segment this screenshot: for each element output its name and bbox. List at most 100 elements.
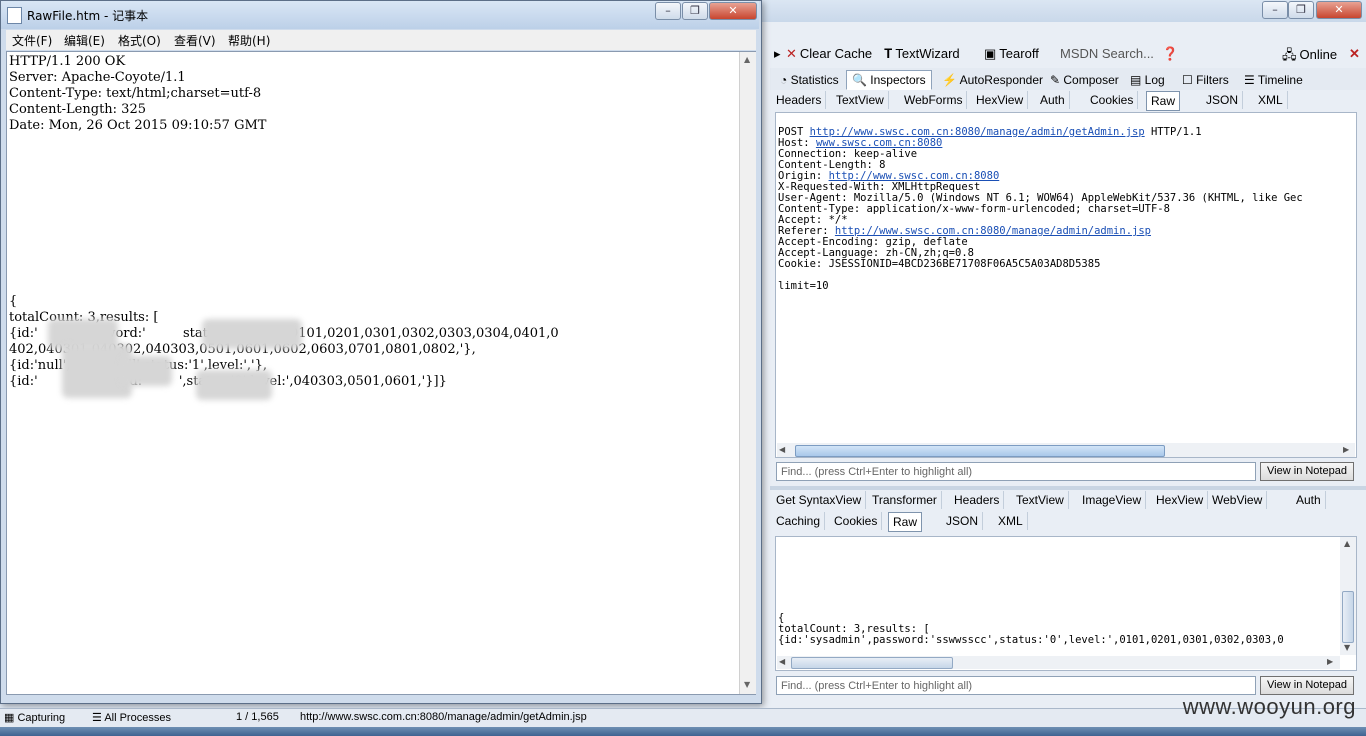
request-view-in-notepad-button[interactable]: View in Notepad <box>1260 462 1354 481</box>
response-raw-text: {totalCount: 3,results: [{id:'sysadmin',… <box>778 612 1284 646</box>
notepad-titlebar[interactable]: RawFile.htm - 记事本 – ❐ ✕ <box>1 1 759 29</box>
req-tab-textview[interactable]: TextView <box>832 91 889 109</box>
clear-cache-button[interactable]: ✕ Clear Cache <box>786 46 872 62</box>
toolbar-overflow-icon[interactable]: ▸ <box>774 46 781 62</box>
capturing-status[interactable]: ▦ Capturing <box>4 711 65 724</box>
main-tabs: ◔ Statistics 🔍 Inspectors ⚡ AutoResponde… <box>770 68 1366 91</box>
req-tab-xml[interactable]: XML <box>1254 91 1288 109</box>
req-tab-json[interactable]: JSON <box>1202 91 1244 109</box>
session-count: 1 / 1,565 <box>236 711 279 723</box>
textwizard-icon: 𝐓 <box>884 46 893 61</box>
req-tab-cookies[interactable]: Cookies <box>1086 91 1139 109</box>
response-raw-pane[interactable]: {totalCount: 3,results: [{id:'sysadmin',… <box>775 536 1357 671</box>
resp-tab-textview[interactable]: TextView <box>1012 491 1069 509</box>
resp-tab-xml[interactable]: XML <box>994 512 1028 530</box>
scroll-right-icon[interactable]: ▶ <box>1327 657 1333 666</box>
minimize-icon[interactable]: – <box>1262 1 1288 19</box>
capture-icon: ▦ <box>4 712 18 724</box>
menu-file[interactable]: 文件(F) <box>12 32 52 49</box>
req-tab-headers[interactable]: Headers <box>772 91 827 109</box>
resp-tab-transformer[interactable]: Transformer <box>868 491 942 509</box>
tab-inspectors[interactable]: 🔍 Inspectors <box>846 70 932 90</box>
composer-icon: ✎ <box>1050 73 1064 87</box>
request-hscrollbar[interactable]: ◀ ▶ <box>777 443 1355 457</box>
response-headers-text: HTTP/1.1 200 OK Server: Apache-Coyote/1.1… <box>9 54 267 133</box>
scroll-up-icon[interactable]: ▲ <box>1344 539 1350 548</box>
scroll-down-icon[interactable]: ▼ <box>744 680 750 689</box>
tearoff-button[interactable]: ▣ Tearoff <box>984 46 1039 62</box>
response-find-input[interactable]: Find... (press Ctrl+Enter to highlight a… <box>776 676 1256 695</box>
network-icon: 🖧 <box>1282 47 1297 62</box>
cookie-line: Cookie: JSESSIONID=4BCD236BE71708F06A5C5… <box>778 258 1101 270</box>
req-tab-webforms[interactable]: WebForms <box>900 91 968 109</box>
resp-tab-headers[interactable]: Headers <box>950 491 1005 509</box>
maximize-icon[interactable]: ❐ <box>1288 1 1314 19</box>
resp-tab-cookies[interactable]: Cookies <box>830 512 883 530</box>
notepad-minimize-icon[interactable]: – <box>655 2 681 20</box>
scroll-left-icon[interactable]: ◀ <box>779 445 785 454</box>
redaction-blur <box>120 356 172 386</box>
resp-tab-json[interactable]: JSON <box>942 512 984 530</box>
inspectors-icon: 🔍 <box>852 73 871 87</box>
req-tab-hexview[interactable]: HexView <box>972 91 1029 109</box>
response-tabs-row1: Get SyntaxView Transformer Headers TextV… <box>770 490 1366 510</box>
resp-tab-auth[interactable]: Auth <box>1292 491 1326 509</box>
request-find-input[interactable]: Find... (press Ctrl+Enter to highlight a… <box>776 462 1256 481</box>
req-tab-auth[interactable]: Auth <box>1036 91 1070 109</box>
msdn-search-input[interactable]: MSDN Search... <box>1060 46 1154 61</box>
resp-tab-webview[interactable]: WebView <box>1208 491 1268 509</box>
menu-edit[interactable]: 编辑(E) <box>64 32 105 49</box>
help-icon[interactable]: ❓ <box>1162 46 1178 62</box>
resp-tab-raw[interactable]: Raw <box>888 512 923 532</box>
selected-url: http://www.swsc.com.cn:8080/manage/admin… <box>300 711 587 723</box>
notepad-vscrollbar[interactable]: ▲ ▼ <box>739 52 756 694</box>
resp-tab-caching[interactable]: Caching <box>772 512 826 530</box>
content-type-line: Content-Type: application/x-www-form-url… <box>778 203 1170 215</box>
response-view-in-notepad-button[interactable]: View in Notepad <box>1260 676 1354 695</box>
menu-format[interactable]: 格式(O) <box>118 32 161 49</box>
timeline-icon: ☰ <box>1244 73 1258 87</box>
online-indicator[interactable]: 🖧 Online <box>1282 46 1337 68</box>
response-vscrollbar[interactable]: ▲ ▼ <box>1340 537 1356 655</box>
tab-timeline[interactable]: ☰ Timeline <box>1238 70 1309 90</box>
tab-filters[interactable]: ☐ Filters <box>1176 70 1235 90</box>
request-tabs: Headers TextView WebForms HexView Auth C… <box>770 90 1366 112</box>
notepad-app-icon <box>7 7 22 24</box>
tab-composer[interactable]: ✎ Composer <box>1044 70 1125 90</box>
resp-tab-imageview[interactable]: ImageView <box>1078 491 1147 509</box>
req-tab-raw[interactable]: Raw <box>1146 91 1181 111</box>
scroll-up-icon[interactable]: ▲ <box>744 55 750 64</box>
tab-log[interactable]: ▤ Log <box>1124 70 1171 90</box>
request-hscroll-thumb[interactable] <box>795 445 1165 457</box>
scroll-down-icon[interactable]: ▼ <box>1344 643 1350 652</box>
menu-help[interactable]: 帮助(H) <box>228 32 270 49</box>
filters-icon: ☐ <box>1182 73 1197 87</box>
notepad-maximize-icon[interactable]: ❐ <box>682 2 708 20</box>
scroll-left-icon[interactable]: ◀ <box>779 657 785 666</box>
tab-statistics[interactable]: ◔ Statistics <box>774 70 845 90</box>
lightning-icon: ⚡ <box>942 73 960 87</box>
response-tabs-row2: Caching Cookies Raw JSON XML <box>770 511 1366 532</box>
fiddler-statusbar <box>0 708 1366 728</box>
notepad-close-icon[interactable]: ✕ <box>709 2 757 20</box>
request-body-line: limit=10 <box>778 280 829 292</box>
response-hscrollbar[interactable]: ◀ ▶ <box>777 656 1340 669</box>
fiddler-titlebar: – ❐ ✕ <box>760 0 1366 22</box>
scroll-right-icon[interactable]: ▶ <box>1343 445 1349 454</box>
response-hscroll-thumb[interactable] <box>791 657 953 669</box>
menu-view[interactable]: 查看(V) <box>174 32 216 49</box>
statistics-icon: ◔ <box>780 73 791 87</box>
process-filter[interactable]: ☰ All Processes <box>92 711 171 724</box>
tearoff-icon: ▣ <box>984 46 997 61</box>
tab-autoresponder[interactable]: ⚡ AutoResponder <box>936 70 1049 90</box>
close-icon[interactable]: ✕ <box>1316 1 1362 19</box>
response-vscroll-thumb[interactable] <box>1342 591 1354 643</box>
clear-cache-icon: ✕ <box>786 46 797 61</box>
resp-tab-syntaxview[interactable]: Get SyntaxView <box>772 491 867 509</box>
request-raw-pane[interactable]: POST http://www.swsc.com.cn:8080/manage/… <box>775 112 1357 458</box>
process-icon: ☰ <box>92 712 105 724</box>
resp-tab-hexview[interactable]: HexView <box>1152 491 1209 509</box>
close-pane-icon[interactable]: ✕ <box>1349 46 1360 62</box>
textwizard-button[interactable]: 𝐓 TextWizard <box>884 46 960 62</box>
request-raw-text: POST http://www.swsc.com.cn:8080/manage/… <box>778 116 1303 314</box>
